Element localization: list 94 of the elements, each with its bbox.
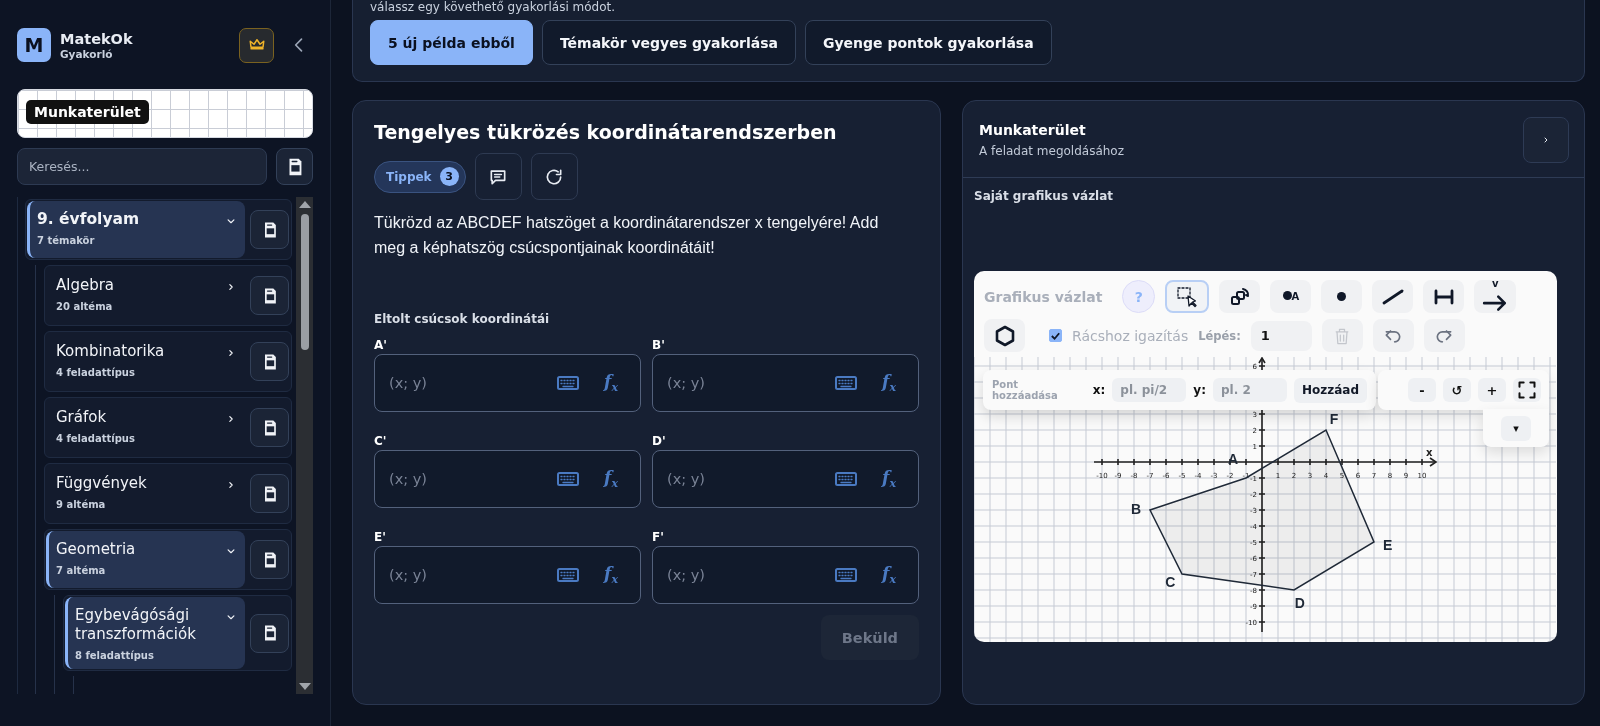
scrollbar[interactable] [296,197,313,694]
tree-item[interactable]: 9. évfolyam 7 témakör [27,201,245,258]
coordinate-field[interactable]: (x; y) f$_{x}$ [374,354,641,412]
formula-button[interactable]: f$_{x}$ [598,371,628,395]
zoom-fullscreen-button[interactable] [1513,378,1541,402]
y-field[interactable]: pl. 2 [1212,378,1287,402]
search-field[interactable]: Keresés... [17,148,267,185]
hints-button[interactable]: Tippek 3 [374,160,466,193]
book-button[interactable] [250,276,289,315]
section-title: Eltolt csúcsok koordinátái [374,312,551,326]
field-label: D' [652,433,667,450]
book-button[interactable] [250,408,289,447]
tree-item[interactable]: Geometria 7 altéma [46,531,245,588]
zoom-plus-button[interactable]: + [1478,378,1506,402]
mode-button[interactable]: Témakör vegyes gyakorlása [541,20,796,65]
vertex-label: B [1131,500,1142,517]
tree-item[interactable]: Függvények 9 altéma [46,465,245,522]
undo-button[interactable] [1372,319,1414,352]
book-button[interactable] [276,148,313,185]
field-label: C' [374,433,388,450]
vertex-label: C [1165,573,1176,590]
tool-button[interactable] [1219,280,1261,313]
x-field[interactable]: pl. pi/2 [1112,378,1187,402]
tool-label: v [1492,279,1499,288]
tool-button[interactable] [1321,280,1363,313]
field-label: x: [1092,383,1106,397]
formula-button[interactable]: f$_{x}$ [598,467,628,491]
book-button[interactable] [250,474,289,513]
fullscreen-icon [1517,380,1537,400]
instruction-text: válassz egy követhető gyakorlási módot. [370,0,617,16]
checkbox[interactable] [1049,329,1062,342]
tool-button[interactable] [984,319,1025,352]
vertex-label: F [1329,410,1339,427]
hexagon-shape[interactable] [1148,428,1375,591]
field-label: y: [1193,383,1206,397]
redo-button[interactable] [1423,319,1465,352]
formula-button[interactable]: f$_{x}$ [876,371,906,395]
field-label: A' [374,337,388,354]
book-button[interactable] [250,613,289,653]
book-button[interactable] [250,342,289,381]
coordinate-field[interactable]: (x; y) f$_{x}$ [374,450,641,508]
step-label: Lépés: [1198,328,1241,343]
add-button[interactable]: Hozzáad [1293,377,1367,403]
formula-button[interactable]: f$_{x}$ [876,467,906,491]
mode-button[interactable]: 5 új példa ebből [370,20,533,65]
step-field[interactable]: 1 [1250,320,1312,351]
book-button[interactable] [250,210,289,249]
comment-button[interactable] [474,153,522,200]
field-label: E' [374,529,387,546]
field-label: F' [652,529,665,546]
panel-title: Pont hozzáadása [992,379,1059,401]
section-title: Saját grafikus vázlat [974,189,1115,203]
dropdown-button[interactable]: ▾ [1501,415,1531,441]
tool-label: A [1291,291,1300,302]
zoom-minus-button[interactable]: - [1408,378,1436,402]
premium-button[interactable] [239,27,274,63]
tree-item[interactable]: Gráfok 4 feladattípus [46,399,245,456]
coordinate-field[interactable]: (x; y) f$_{x}$ [374,546,641,604]
checkbox-label: Rácshoz igazítás [1072,327,1189,344]
problem-text: Tükrözd az ABCDEF hatszöget a koordinátarendszer x tengelyére! Add meg a képhatszög csúcspontjainak koordinátáit! [374,213,880,258]
tool-button[interactable]: A [1270,280,1312,313]
coordinate-field[interactable]: (x; y) f$_{x}$ [652,354,919,412]
zoom-reset-button[interactable]: ↺ [1443,378,1471,402]
coordinate-field[interactable]: (x; y) f$_{x}$ [652,450,919,508]
sketch-title: Grafikus vázlat [984,288,1103,305]
refresh-button[interactable] [530,153,578,200]
workspace-preview[interactable]: Munkaterület [17,89,313,138]
point-icon [1337,292,1347,301]
selection-icon [1175,284,1200,309]
formula-button[interactable]: f$_{x}$ [598,563,628,587]
axis-label: x [1426,447,1433,458]
app-subtitle: Gyakorló [60,47,114,60]
preview-label: Munkaterület [26,100,149,124]
coordinate-field[interactable]: (x; y) f$_{x}$ [652,546,919,604]
tool-button[interactable] [1372,280,1414,313]
hint-count: 3 [439,167,459,186]
logo: M [17,28,51,62]
tool-button[interactable] [1423,280,1465,313]
book-button[interactable] [250,540,289,579]
problem-title: Tengelyes tükrözés koordinátarendszerben [374,121,838,143]
app-name: MatekOk [60,30,134,48]
formula-button[interactable]: f$_{x}$ [876,563,906,587]
point-icon [1282,291,1292,300]
field-label: B' [652,337,666,354]
tree-item[interactable]: Algebra 20 altéma [46,267,245,324]
mode-button[interactable]: Gyenge pontok gyakorlása [805,20,1052,65]
tree-item[interactable]: Egybevágósági transzformációk 8 feladattípus [65,597,245,669]
vertex-label: E [1383,536,1393,553]
vertex-label: D [1294,594,1305,611]
workspace-title: Munkaterület [979,122,1087,138]
tool-button[interactable]: v [1474,280,1517,313]
workspace-subtitle: A feladat megoldásához [979,144,1124,158]
tool-button[interactable] [1165,280,1210,313]
tree-item[interactable]: Kombinatorika 4 feladattípus [46,333,245,390]
